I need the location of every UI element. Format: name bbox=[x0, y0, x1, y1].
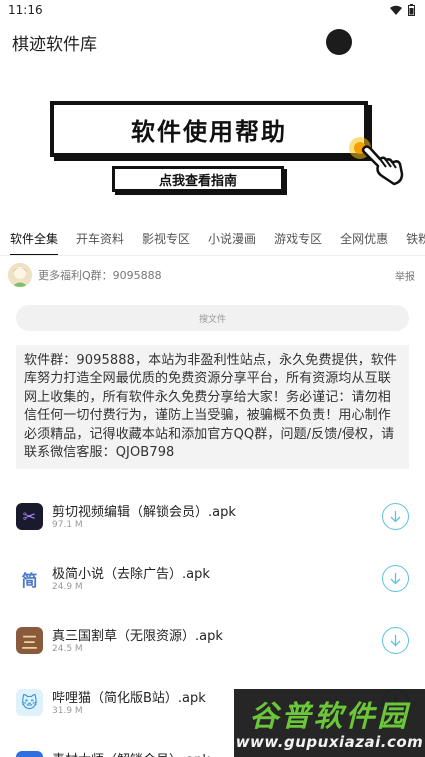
banner-guide-button[interactable]: 点我查看指南 bbox=[112, 166, 284, 192]
user-avatar-icon bbox=[8, 263, 32, 287]
three-kingdoms-app-icon: 三 bbox=[16, 627, 43, 654]
avatar-dot-icon[interactable] bbox=[326, 29, 352, 55]
report-link[interactable]: 举报 bbox=[395, 268, 415, 283]
category-tabs: 软件全集 开车资料 影视专区 小说漫画 游戏专区 全网优惠 铁粉必看 bbox=[0, 224, 425, 256]
app-title: 棋迹软件库 bbox=[12, 34, 97, 55]
file-size: 24.5 M bbox=[52, 644, 83, 654]
download-arrow-icon bbox=[390, 573, 401, 585]
file-name: 哔哩猫（简化版B站）.apk bbox=[52, 691, 206, 706]
banner-title-box: 软件使用帮助 bbox=[50, 101, 368, 157]
bili-cat-app-icon: 🐱 bbox=[16, 689, 43, 716]
status-bar: 11:16 bbox=[0, 0, 425, 20]
notice-text: 更多福利Q群：9095888 bbox=[38, 269, 162, 282]
search-input[interactable]: 搜文件 bbox=[16, 305, 409, 331]
list-item[interactable]: 三 真三国割草（无限资源）.apk 24.5 M bbox=[0, 614, 425, 664]
list-item[interactable]: ✂ 剪切视频编辑（解锁会员）.apk 97.1 M bbox=[0, 490, 425, 540]
battery-icon bbox=[408, 4, 415, 16]
tab-video[interactable]: 影视专区 bbox=[132, 224, 190, 255]
app-header: 棋迹软件库 bbox=[0, 20, 425, 64]
download-arrow-icon bbox=[390, 635, 401, 647]
download-button[interactable] bbox=[382, 565, 409, 592]
banner-title: 软件使用帮助 bbox=[131, 117, 287, 146]
site-watermark: 谷普软件园 www.gupuxiazai.com bbox=[234, 689, 425, 757]
download-arrow-icon bbox=[390, 511, 401, 523]
file-name: 真三国割草（无限资源）.apk bbox=[52, 629, 223, 644]
wifi-icon bbox=[390, 5, 402, 15]
tab-novel-comic[interactable]: 小说漫画 bbox=[198, 224, 256, 255]
file-size: 97.1 M bbox=[52, 520, 83, 530]
file-name: 素材大师（解锁会员）.apk bbox=[52, 749, 210, 757]
download-button[interactable] bbox=[382, 503, 409, 530]
file-size: 31.9 M bbox=[52, 706, 83, 716]
tab-games[interactable]: 游戏专区 bbox=[264, 224, 322, 255]
tab-fans[interactable]: 铁粉必看 bbox=[396, 224, 425, 255]
help-banner[interactable]: 软件使用帮助 点我查看指南 bbox=[0, 64, 425, 224]
jian-app-icon: 简 bbox=[16, 565, 43, 592]
search-placeholder: 搜文件 bbox=[198, 314, 226, 325]
file-name: 剪切视频编辑（解锁会员）.apk bbox=[52, 505, 236, 520]
file-name: 极简小说（去除广告）.apk bbox=[52, 567, 210, 582]
tab-car-materials[interactable]: 开车资料 bbox=[66, 224, 124, 255]
pointing-hand-icon bbox=[349, 137, 404, 186]
tab-all-software[interactable]: 软件全集 bbox=[0, 224, 59, 255]
status-time: 11:16 bbox=[8, 3, 43, 17]
notice-row: 更多福利Q群：9095888 举报 bbox=[0, 262, 425, 288]
download-button[interactable] bbox=[382, 627, 409, 654]
watermark-title: 谷普软件园 bbox=[249, 699, 410, 733]
material-app-icon: 素 bbox=[16, 751, 43, 757]
status-icons bbox=[390, 4, 415, 16]
scissors-app-icon: ✂ bbox=[16, 503, 43, 530]
file-size: 24.9 M bbox=[52, 582, 83, 592]
info-announcement: 软件群：9095888，本站为非盈利性站点，永久免费提供，软件库努力打造全网最优… bbox=[16, 345, 409, 469]
tab-deals[interactable]: 全网优惠 bbox=[330, 224, 388, 255]
list-item[interactable]: 简 极简小说（去除广告）.apk 24.9 M bbox=[0, 552, 425, 602]
avatar bbox=[8, 263, 32, 287]
watermark-url: www.gupuxiazai.com bbox=[235, 733, 424, 751]
